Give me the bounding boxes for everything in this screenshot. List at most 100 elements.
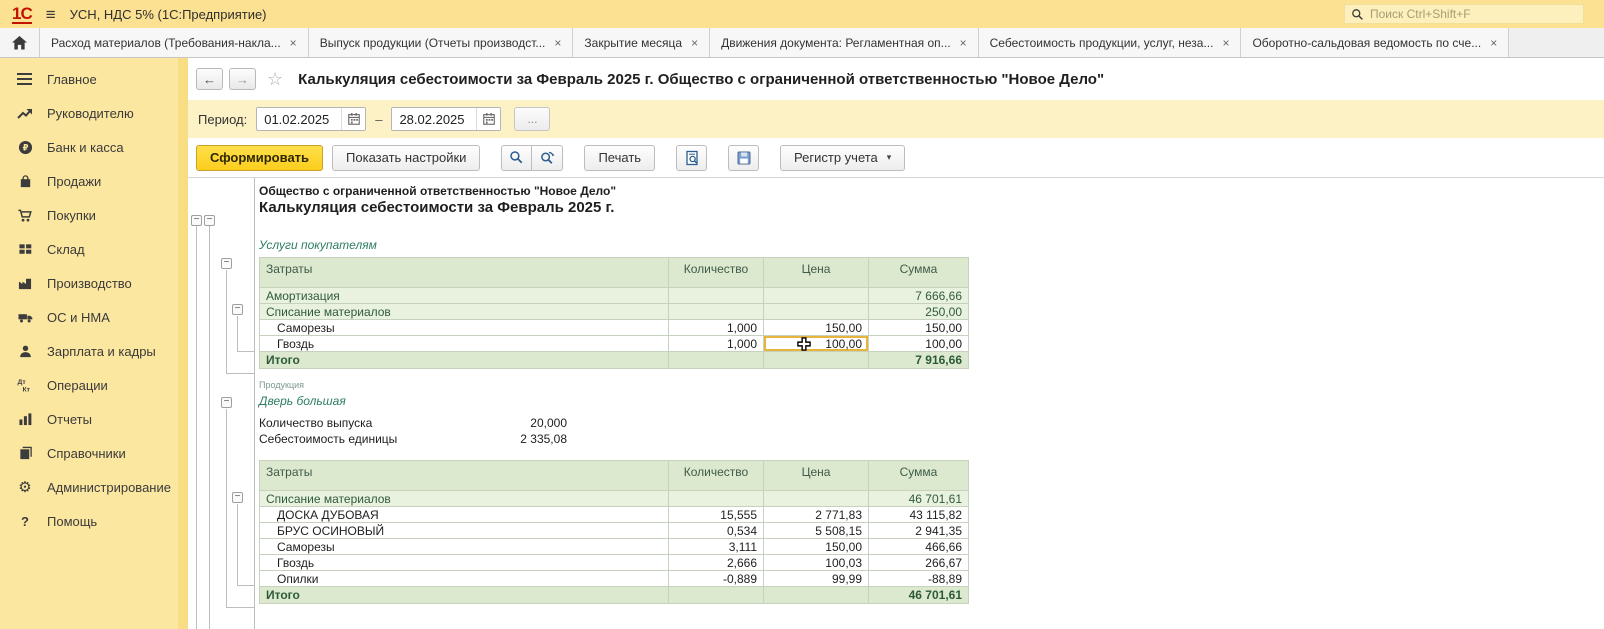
favorite-star-icon[interactable]: ☆ — [267, 69, 283, 90]
global-search[interactable] — [1344, 4, 1584, 24]
tab-2[interactable]: Закрытие месяца× — [573, 28, 710, 57]
sidebar-item-13[interactable]: ?Помощь — [0, 504, 178, 538]
sidebar-item-11[interactable]: Справочники — [0, 436, 178, 470]
cell[interactable] — [764, 352, 869, 369]
sidebar-item-10[interactable]: Отчеты — [0, 402, 178, 436]
cell[interactable]: 150,00 — [869, 320, 969, 336]
calendar-icon[interactable] — [341, 108, 365, 130]
cell[interactable]: 43 115,82 — [869, 507, 969, 523]
cell[interactable]: 100,03 — [764, 555, 869, 571]
product-group-label[interactable]: Дверь большая — [259, 394, 346, 408]
close-icon[interactable]: × — [1222, 37, 1229, 49]
cell[interactable] — [669, 352, 764, 369]
cell[interactable] — [764, 491, 869, 507]
cell[interactable]: 5 508,15 — [764, 523, 869, 539]
cell[interactable]: Гвоздь — [260, 336, 669, 352]
column-header[interactable]: Затраты — [260, 258, 669, 288]
period-more-button[interactable]: ... — [514, 107, 550, 131]
cell[interactable]: 1,000 — [669, 336, 764, 352]
find-button[interactable] — [501, 145, 532, 171]
cell[interactable]: 99,99 — [764, 571, 869, 587]
services-group-label[interactable]: Услуги покупателям — [259, 238, 377, 252]
collapse-group-button[interactable]: − — [221, 258, 232, 269]
collapse-group-button[interactable]: − — [221, 397, 232, 408]
save-button[interactable] — [728, 145, 759, 171]
cell[interactable]: Амортизация — [260, 288, 669, 304]
cell[interactable] — [764, 304, 869, 320]
cell[interactable]: 100,00 — [869, 336, 969, 352]
cell[interactable]: 0,534 — [669, 523, 764, 539]
cell[interactable] — [669, 288, 764, 304]
column-header[interactable]: Затраты — [260, 461, 669, 491]
cell[interactable]: 1,000 — [669, 320, 764, 336]
cell[interactable]: -88,89 — [869, 571, 969, 587]
main-menu-icon[interactable]: ≡ — [46, 6, 56, 23]
forward-button[interactable]: → — [229, 68, 256, 90]
show-settings-button[interactable]: Показать настройки — [332, 145, 480, 171]
print-preview-button[interactable] — [676, 145, 707, 171]
tab-1[interactable]: Выпуск продукции (Отчеты производст...× — [309, 28, 574, 57]
column-header[interactable]: Количество — [669, 258, 764, 288]
collapse-group-button[interactable]: − — [232, 304, 243, 315]
cell[interactable]: ДОСКА ДУБОВАЯ — [260, 507, 669, 523]
sidebar-item-9[interactable]: ДтКтОперации — [0, 368, 178, 402]
calendar-icon[interactable] — [476, 108, 500, 130]
close-icon[interactable]: × — [1490, 37, 1497, 49]
generate-button[interactable]: Сформировать — [196, 145, 323, 171]
sidebar-item-3[interactable]: Продажи — [0, 164, 178, 198]
register-dropdown[interactable]: Регистр учета ▾ — [780, 145, 905, 171]
column-header[interactable]: Сумма — [869, 258, 969, 288]
period-from-input[interactable] — [257, 108, 341, 130]
cell[interactable]: 46 701,61 — [869, 587, 969, 604]
column-header[interactable]: Сумма — [869, 461, 969, 491]
column-header[interactable]: Цена — [764, 461, 869, 491]
column-header[interactable]: Цена — [764, 258, 869, 288]
cell[interactable]: Итого — [260, 587, 669, 604]
cell[interactable]: 7 666,66 — [869, 288, 969, 304]
stat-value[interactable]: 2 335,08 — [520, 432, 567, 446]
tab-3[interactable]: Движения документа: Регламентная оп...× — [710, 28, 979, 57]
cell[interactable] — [764, 288, 869, 304]
sidebar-item-8[interactable]: Зарплата и кадры — [0, 334, 178, 368]
cell[interactable]: Списание материалов — [260, 491, 669, 507]
cell[interactable] — [764, 587, 869, 604]
sidebar-item-4[interactable]: Покупки — [0, 198, 178, 232]
cell[interactable] — [669, 491, 764, 507]
cell[interactable]: 2,666 — [669, 555, 764, 571]
cell[interactable] — [669, 304, 764, 320]
tab-0[interactable]: Расход материалов (Требования-накла...× — [40, 28, 309, 57]
collapse-group-button[interactable]: − — [232, 492, 243, 503]
search-input[interactable] — [1370, 7, 1577, 21]
cell[interactable]: 2 771,83 — [764, 507, 869, 523]
sidebar-item-6[interactable]: Производство — [0, 266, 178, 300]
cell[interactable]: 250,00 — [869, 304, 969, 320]
collapse-group-button[interactable]: − — [191, 215, 202, 226]
cell[interactable]: 150,00 — [764, 320, 869, 336]
cell[interactable]: 150,00 — [764, 539, 869, 555]
cell[interactable]: 46 701,61 — [869, 491, 969, 507]
sidebar-item-1[interactable]: Руководителю — [0, 96, 178, 130]
print-button[interactable]: Печать — [584, 145, 655, 171]
period-to-input[interactable] — [392, 108, 476, 130]
cell[interactable]: Списание материалов — [260, 304, 669, 320]
close-icon[interactable]: × — [554, 37, 561, 49]
column-header[interactable]: Количество — [669, 461, 764, 491]
sidebar-item-0[interactable]: Главное — [0, 62, 178, 96]
cell[interactable]: Опилки — [260, 571, 669, 587]
cell[interactable] — [669, 587, 764, 604]
cell[interactable]: БРУС ОСИНОВЫЙ — [260, 523, 669, 539]
cell[interactable]: 266,67 — [869, 555, 969, 571]
close-icon[interactable]: × — [691, 37, 698, 49]
close-icon[interactable]: × — [290, 37, 297, 49]
sidebar-item-12[interactable]: ⚙Администрирование — [0, 470, 178, 504]
close-icon[interactable]: × — [960, 37, 967, 49]
sidebar-item-7[interactable]: ОС и НМА — [0, 300, 178, 334]
cell[interactable]: 466,66 — [869, 539, 969, 555]
sidebar-scrollbar[interactable] — [178, 58, 188, 629]
cell[interactable]: Саморезы — [260, 539, 669, 555]
cell[interactable]: Гвоздь — [260, 555, 669, 571]
back-button[interactable]: ← — [196, 68, 223, 90]
sidebar-item-5[interactable]: Склад — [0, 232, 178, 266]
tab-5[interactable]: Оборотно-сальдовая ведомость по сче...× — [1241, 28, 1509, 57]
sidebar-item-2[interactable]: ₽Банк и касса — [0, 130, 178, 164]
